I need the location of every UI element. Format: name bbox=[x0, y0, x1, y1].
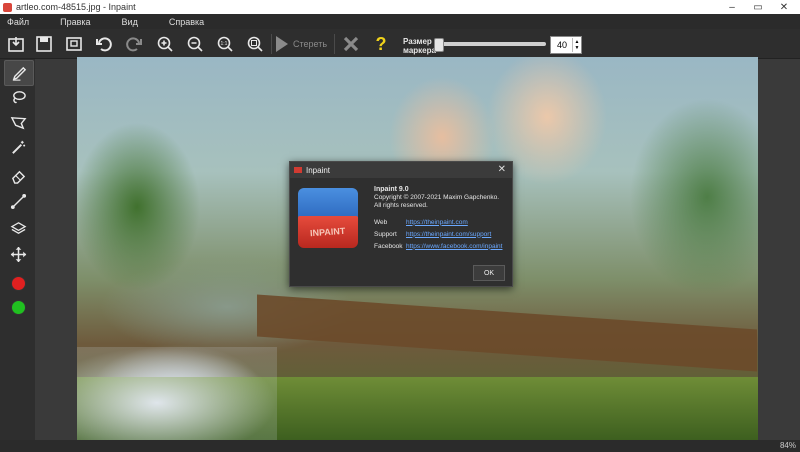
web-link[interactable]: https://theinpaint.com bbox=[406, 219, 468, 226]
undo-icon[interactable] bbox=[92, 32, 116, 56]
red-color-dot bbox=[10, 275, 26, 291]
maximize-button[interactable]: ▭ bbox=[746, 0, 770, 14]
close-window-button[interactable]: ✕ bbox=[772, 0, 796, 14]
dialog-links: Web https://theinpaint.com Support https… bbox=[374, 216, 502, 252]
save-as-icon[interactable] bbox=[62, 32, 86, 56]
magic-wand-icon[interactable] bbox=[4, 135, 32, 159]
toolbar-separator bbox=[271, 34, 272, 54]
toolbar-separator bbox=[334, 34, 335, 54]
save-icon[interactable] bbox=[32, 32, 56, 56]
eraser-tool-icon[interactable] bbox=[4, 163, 32, 187]
inpaint-logo: INPAINT bbox=[298, 188, 358, 248]
ok-button[interactable]: OK bbox=[473, 265, 505, 281]
dialog-info: Inpaint 9.0 Copyright © 2007-2021 Maxim … bbox=[374, 186, 499, 210]
erase-button[interactable]: Стереть bbox=[276, 33, 328, 55]
green-marker-color[interactable] bbox=[4, 295, 32, 319]
marker-size-label-line1: Размер bbox=[403, 37, 432, 46]
canvas-mist bbox=[77, 347, 277, 440]
dialog-app-icon bbox=[294, 167, 302, 173]
menu-view[interactable]: Вид bbox=[122, 17, 138, 27]
slider-knob[interactable] bbox=[434, 38, 444, 52]
polygonal-lasso-icon[interactable] bbox=[4, 110, 32, 134]
logo-top bbox=[298, 188, 358, 218]
about-dialog: Inpaint ✕ INPAINT Inpaint 9.0 Copyright … bbox=[289, 161, 513, 287]
help-question-icon[interactable]: ? bbox=[369, 32, 393, 56]
green-color-dot bbox=[10, 299, 26, 315]
left-toolbar bbox=[0, 59, 35, 440]
spin-arrows[interactable]: ▲ ▼ bbox=[572, 38, 581, 52]
toolbar: 1:1 Стереть ? bbox=[0, 29, 800, 59]
move-icon[interactable] bbox=[4, 242, 32, 266]
logo-text: INPAINT bbox=[310, 225, 346, 239]
menu-edit[interactable]: Правка bbox=[60, 17, 90, 27]
erase-label: Стереть bbox=[293, 39, 328, 49]
marker-tool-icon[interactable] bbox=[4, 60, 34, 86]
web-label: Web bbox=[374, 218, 388, 226]
cancel-x-icon[interactable] bbox=[339, 32, 363, 56]
rights: All rights reserved. bbox=[374, 202, 428, 209]
canvas-wooden-bridge bbox=[257, 294, 757, 372]
play-icon bbox=[276, 36, 288, 52]
web-row: Web https://theinpaint.com bbox=[374, 216, 502, 228]
app-version: Inpaint 9.0 bbox=[374, 186, 409, 193]
open-icon[interactable] bbox=[4, 32, 28, 56]
red-marker-color[interactable] bbox=[4, 271, 32, 295]
marker-size-label-line2: маркера bbox=[403, 46, 436, 55]
guide-line-icon[interactable] bbox=[4, 189, 32, 213]
fit-to-window-icon[interactable] bbox=[243, 32, 267, 56]
app-icon bbox=[3, 2, 12, 12]
marker-size-spinbox[interactable]: 40 ▲ ▼ bbox=[550, 36, 582, 54]
support-row: Support https://theinpaint.com/support bbox=[374, 228, 502, 240]
logo-bottom: INPAINT bbox=[298, 216, 358, 248]
status-bar: 84% bbox=[0, 440, 800, 452]
zoom-in-icon[interactable] bbox=[153, 32, 177, 56]
menu-bar: Файл Правка Вид Справка bbox=[0, 14, 800, 29]
dialog-title-bar: Inpaint ✕ bbox=[290, 162, 512, 178]
marker-size-value[interactable]: 40 bbox=[551, 40, 572, 50]
facebook-row: Facebook https://www.facebook.com/inpain… bbox=[374, 240, 502, 252]
marker-size-slider[interactable] bbox=[434, 38, 546, 52]
zoom-level: 84% bbox=[779, 441, 796, 450]
title-bar: artleo.com-48515.jpg - Inpaint – ▭ ✕ bbox=[0, 0, 800, 14]
marker-size-label: Размер маркера bbox=[403, 37, 436, 55]
menu-file[interactable]: Файл bbox=[7, 17, 29, 27]
lasso-tool-icon[interactable] bbox=[4, 85, 32, 109]
layers-icon[interactable] bbox=[4, 216, 32, 240]
dialog-close-icon[interactable]: ✕ bbox=[498, 164, 506, 175]
facebook-label: Facebook bbox=[374, 242, 403, 250]
dialog-title: Inpaint bbox=[306, 165, 331, 175]
support-label: Support bbox=[374, 230, 397, 238]
actual-size-icon[interactable]: 1:1 bbox=[213, 32, 237, 56]
zoom-out-icon[interactable] bbox=[183, 32, 207, 56]
support-link[interactable]: https://theinpaint.com/support bbox=[406, 231, 491, 238]
copyright: Copyright © 2007-2021 Maxim Gapchenko. bbox=[374, 194, 500, 201]
redo-icon[interactable] bbox=[122, 32, 146, 56]
minimize-button[interactable]: – bbox=[720, 0, 744, 14]
svg-text:1:1: 1:1 bbox=[221, 41, 228, 47]
window-title: artleo.com-48515.jpg - Inpaint bbox=[16, 2, 136, 12]
menu-help[interactable]: Справка bbox=[169, 17, 204, 27]
facebook-link[interactable]: https://www.facebook.com/inpaint bbox=[406, 243, 502, 250]
